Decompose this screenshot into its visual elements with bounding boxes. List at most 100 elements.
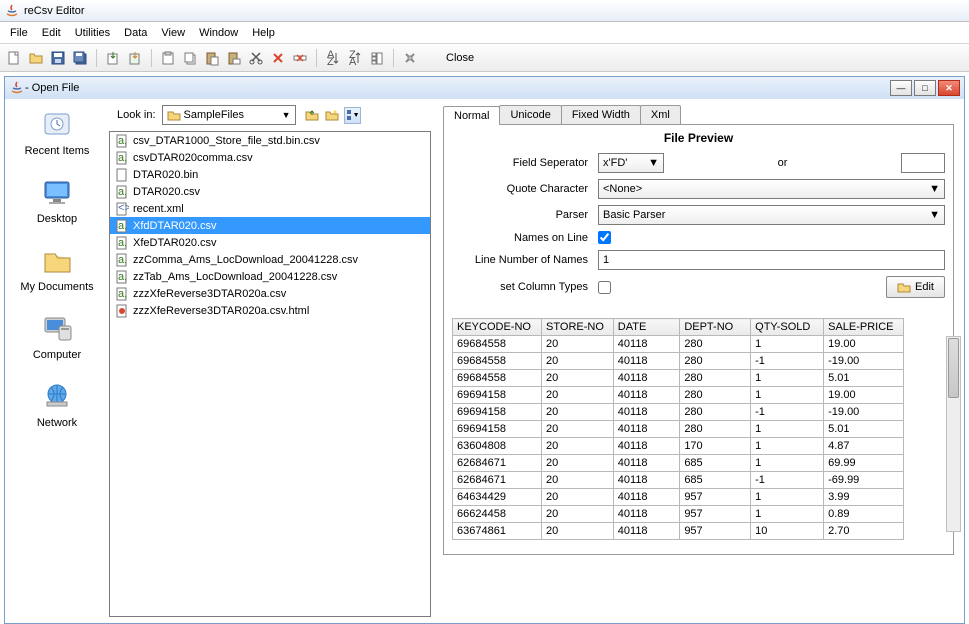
file-item[interactable]: a,XfeDTAR020.csv — [110, 234, 430, 251]
grid-cell[interactable]: 69684558 — [453, 353, 542, 370]
grid-cell[interactable]: -1 — [751, 472, 824, 489]
file-item[interactable]: a,zzzXfeReverse3DTAR020a.csv — [110, 285, 430, 302]
grid-header[interactable]: DATE — [613, 319, 680, 336]
open-folder-icon[interactable] — [28, 50, 44, 66]
settings-icon[interactable] — [402, 50, 418, 66]
menu-utilities[interactable]: Utilities — [69, 25, 116, 41]
grid-cell[interactable]: 170 — [680, 438, 751, 455]
file-item[interactable]: a,zzTab_Ams_LocDownload_20041228.csv — [110, 268, 430, 285]
file-item[interactable]: DTAR020.bin — [110, 166, 430, 183]
table-row[interactable]: 696941582040118280-1-19.00 — [453, 404, 904, 421]
grid-cell[interactable]: 957 — [680, 523, 751, 540]
nav-recent[interactable]: Recent Items — [9, 107, 105, 157]
grid-cell[interactable]: 0.89 — [824, 506, 904, 523]
menu-window[interactable]: Window — [193, 25, 244, 41]
grid-cell[interactable]: -19.00 — [824, 404, 904, 421]
grid-cell[interactable]: 20 — [542, 353, 614, 370]
grid-cell[interactable]: 40118 — [613, 506, 680, 523]
parser-select[interactable]: Basic Parser▼ — [598, 205, 945, 225]
grid-cell[interactable]: 20 — [542, 421, 614, 438]
grid-cell[interactable]: -1 — [751, 404, 824, 421]
grid-cell[interactable]: 1 — [751, 506, 824, 523]
grid-cell[interactable]: 20 — [542, 387, 614, 404]
grid-cell[interactable]: 40118 — [613, 353, 680, 370]
grid-cell[interactable]: 20 — [542, 336, 614, 353]
clipboard-icon[interactable] — [160, 50, 176, 66]
scrollbar[interactable] — [946, 336, 961, 532]
grid-header[interactable]: STORE-NO — [542, 319, 614, 336]
tab-normal[interactable]: Normal — [443, 106, 500, 125]
table-row[interactable]: 63604808204011817014.87 — [453, 438, 904, 455]
table-row[interactable]: 66624458204011895710.89 — [453, 506, 904, 523]
table-row[interactable]: 69684558204011828015.01 — [453, 370, 904, 387]
menu-view[interactable]: View — [155, 25, 191, 41]
sort-asc-icon[interactable]: AZ — [325, 50, 341, 66]
grid-cell[interactable]: 685 — [680, 472, 751, 489]
close-button[interactable]: ✕ — [938, 80, 960, 96]
grid-cell[interactable]: 20 — [542, 523, 614, 540]
grid-cell[interactable]: 20 — [542, 404, 614, 421]
grid-cell[interactable]: 20 — [542, 455, 614, 472]
grid-cell[interactable]: 19.00 — [824, 387, 904, 404]
grid-cell[interactable]: -19.00 — [824, 353, 904, 370]
grid-cell[interactable]: -1 — [751, 353, 824, 370]
grid-cell[interactable]: 20 — [542, 370, 614, 387]
menu-file[interactable]: File — [4, 25, 34, 41]
grid-cell[interactable]: 280 — [680, 404, 751, 421]
file-item[interactable]: a,csvDTAR020comma.csv — [110, 149, 430, 166]
grid-cell[interactable]: 40118 — [613, 489, 680, 506]
table-row[interactable]: 64634429204011895713.99 — [453, 489, 904, 506]
tab-unicode[interactable]: Unicode — [499, 105, 561, 124]
grid-cell[interactable]: 40118 — [613, 421, 680, 438]
scrollbar-thumb[interactable] — [948, 338, 959, 398]
new-folder-icon[interactable] — [324, 107, 341, 124]
minimize-button[interactable]: — — [890, 80, 912, 96]
nav-docs[interactable]: My Documents — [9, 243, 105, 293]
grid-cell[interactable]: 69694158 — [453, 421, 542, 438]
grid-cell[interactable]: 69.99 — [824, 455, 904, 472]
export-csv-icon[interactable] — [127, 50, 143, 66]
grid-cell[interactable]: 280 — [680, 353, 751, 370]
grid-cell[interactable]: 40118 — [613, 472, 680, 489]
grid-cell[interactable]: 40118 — [613, 336, 680, 353]
grid-header[interactable]: DEPT-NO — [680, 319, 751, 336]
file-item[interactable]: a,XfdDTAR020.csv — [110, 217, 430, 234]
save-all-icon[interactable] — [72, 50, 88, 66]
file-item[interactable]: a,csv_DTAR1000_Store_file_std.bin.csv — [110, 132, 430, 149]
grid-cell[interactable]: 63674861 — [453, 523, 542, 540]
grid-cell[interactable]: 280 — [680, 370, 751, 387]
grid-cell[interactable]: 40118 — [613, 523, 680, 540]
paste-icon[interactable] — [204, 50, 220, 66]
grid-cell[interactable]: 1 — [751, 455, 824, 472]
file-item[interactable]: zzzXfeReverse3DTAR020a.csv.html — [110, 302, 430, 319]
field-sep-input[interactable] — [901, 153, 945, 173]
grid-cell[interactable]: 280 — [680, 336, 751, 353]
grid-cell[interactable]: 20 — [542, 472, 614, 489]
grid-cell[interactable]: 1 — [751, 489, 824, 506]
grid-cell[interactable]: 1 — [751, 370, 824, 387]
names-checkbox[interactable] — [598, 231, 611, 244]
table-row[interactable]: 636748612040118957102.70 — [453, 523, 904, 540]
field-sep-select[interactable]: x'FD'▼ — [598, 153, 664, 173]
save-icon[interactable] — [50, 50, 66, 66]
grid-cell[interactable]: 685 — [680, 455, 751, 472]
table-row[interactable]: 69694158204011828015.01 — [453, 421, 904, 438]
grid-cell[interactable]: 20 — [542, 506, 614, 523]
tab-fixed-width[interactable]: Fixed Width — [561, 105, 641, 124]
grid-cell[interactable]: 957 — [680, 489, 751, 506]
up-folder-icon[interactable] — [304, 107, 321, 124]
linenum-input[interactable] — [598, 250, 945, 270]
nav-network[interactable]: Network — [9, 379, 105, 429]
file-item[interactable]: a,zzComma_Ams_LocDownload_20041228.csv — [110, 251, 430, 268]
grid-cell[interactable]: 69684558 — [453, 336, 542, 353]
lookin-combo[interactable]: SampleFiles ▼ — [162, 105, 296, 125]
menu-data[interactable]: Data — [118, 25, 153, 41]
close-label[interactable]: Close — [446, 52, 474, 64]
grid-cell[interactable]: 280 — [680, 421, 751, 438]
grid-cell[interactable]: 1 — [751, 387, 824, 404]
grid-cell[interactable]: 69684558 — [453, 370, 542, 387]
grid-cell[interactable]: -69.99 — [824, 472, 904, 489]
nav-desktop[interactable]: Desktop — [9, 175, 105, 225]
menu-help[interactable]: Help — [246, 25, 281, 41]
delete-row-icon[interactable] — [292, 50, 308, 66]
